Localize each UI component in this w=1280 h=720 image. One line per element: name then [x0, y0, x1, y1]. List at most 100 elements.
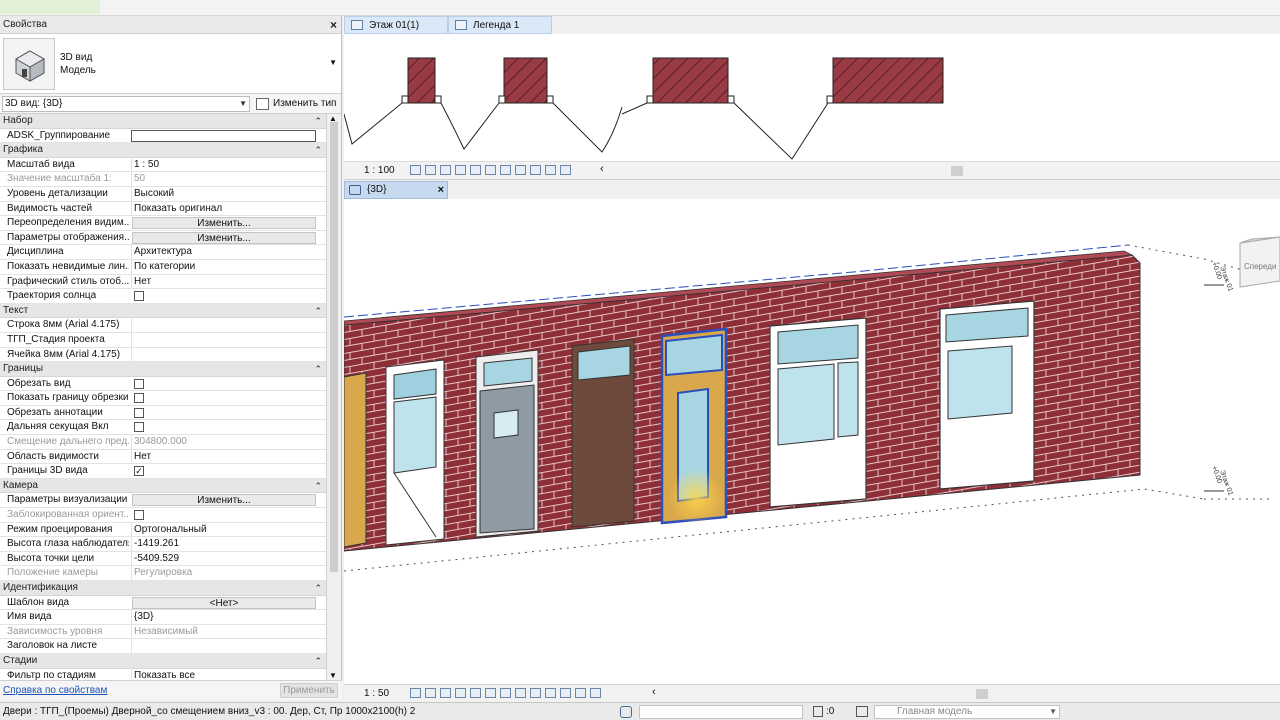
view-selector-combo[interactable]: 3D вид: {3D} ▼ — [2, 96, 250, 112]
legend-view-canvas[interactable] — [343, 34, 1280, 162]
collapse-icon[interactable]: ⌃ — [314, 114, 322, 129]
property-value[interactable]: Ортогональный — [131, 522, 317, 537]
design-options-icon[interactable] — [856, 706, 868, 717]
sun-path-icon[interactable] — [440, 165, 451, 175]
constraints-icon[interactable] — [560, 165, 571, 175]
property-text-input[interactable] — [131, 129, 316, 142]
property-group-header[interactable]: Текст ⌃ — [0, 303, 326, 319]
visual-style-icon[interactable] — [425, 165, 436, 175]
property-value[interactable]: Показать оригинал — [131, 201, 317, 216]
door-4[interactable] — [571, 338, 635, 528]
close-icon[interactable]: × — [330, 16, 337, 34]
property-value[interactable]: -5409.529 — [131, 551, 317, 566]
property-checkbox[interactable] — [134, 393, 144, 404]
property-checkbox[interactable] — [134, 407, 144, 418]
property-group-header[interactable]: Границы ⌃ — [0, 362, 326, 377]
property-value[interactable] — [131, 318, 317, 333]
collapse-icon[interactable]: ⌃ — [314, 581, 322, 596]
property-value[interactable]: Показать все — [131, 668, 317, 680]
property-group-header[interactable]: Набор ⌃ — [0, 114, 326, 129]
door-2[interactable] — [385, 359, 445, 546]
constraints-icon[interactable] — [560, 688, 571, 698]
analysis-icon[interactable] — [545, 688, 556, 698]
door-6[interactable] — [769, 317, 867, 508]
collapse-icon[interactable]: ⌃ — [314, 362, 322, 377]
detail-level-icon[interactable] — [410, 688, 421, 698]
horizontal-scroll-thumb[interactable] — [951, 166, 963, 176]
property-edit-button[interactable]: Изменить... — [132, 217, 316, 230]
property-value[interactable]: Высокий — [131, 186, 317, 201]
property-group-header[interactable]: Графика ⌃ — [0, 143, 326, 158]
shadows-icon[interactable] — [455, 688, 466, 698]
property-group-header[interactable]: Идентификация ⌃ — [0, 581, 326, 596]
edit-type-button[interactable]: Изменить тип — [255, 96, 336, 112]
property-value[interactable]: {3D} — [131, 610, 317, 625]
view-cube[interactable]: Спереди — [1239, 236, 1280, 288]
scale-label[interactable]: 1 : 50 — [364, 688, 389, 699]
property-checkbox[interactable] — [134, 291, 144, 302]
scroll-down-icon[interactable]: ▼ — [329, 671, 337, 680]
reveal-hidden-icon[interactable] — [515, 165, 526, 175]
property-edit-button[interactable]: <Нет> — [132, 596, 316, 609]
scroll-thumb[interactable] — [330, 122, 338, 572]
property-value[interactable]: Нет — [131, 449, 317, 464]
door-1[interactable] — [344, 372, 367, 548]
door-3[interactable] — [475, 349, 539, 538]
tab-floor-plan[interactable]: Этаж 01(1) — [344, 16, 448, 34]
sun-path-icon[interactable] — [440, 688, 451, 698]
chevron-left-icon[interactable]: ‹ — [600, 163, 604, 175]
property-checkbox[interactable] — [134, 378, 144, 389]
property-value[interactable]: Архитектура — [131, 245, 317, 260]
display-options-icon[interactable] — [590, 688, 601, 698]
crop-icon[interactable] — [470, 688, 481, 698]
visual-style-icon[interactable] — [425, 688, 436, 698]
lock-icon[interactable] — [500, 688, 511, 698]
tab-3d-view[interactable]: {3D} × — [344, 181, 448, 199]
highlight-icon[interactable] — [575, 688, 586, 698]
detail-level-icon[interactable] — [410, 165, 421, 175]
collapse-icon[interactable]: ⌃ — [314, 143, 322, 158]
collapse-icon[interactable]: ⌃ — [314, 479, 322, 494]
property-edit-button[interactable]: Изменить... — [132, 494, 316, 507]
property-value[interactable]: Нет — [131, 274, 317, 289]
property-value[interactable]: -1419.261 — [131, 537, 317, 552]
worksets-icon[interactable] — [620, 706, 632, 718]
show-crop-icon[interactable] — [485, 165, 496, 175]
chevron-down-icon[interactable]: ▼ — [329, 58, 337, 67]
property-checkbox[interactable] — [134, 422, 144, 433]
help-link[interactable]: Справка по свойствам — [3, 685, 107, 696]
analysis-icon[interactable] — [545, 165, 556, 175]
collapse-icon[interactable]: ⌃ — [314, 304, 322, 319]
temp-hide-icon[interactable] — [500, 165, 511, 175]
horizontal-scroll-thumb[interactable] — [976, 689, 988, 699]
door-5-selected[interactable] — [660, 327, 728, 525]
crop-icon[interactable] — [470, 165, 481, 175]
property-value[interactable] — [131, 347, 317, 362]
3d-view-canvas[interactable]: +0.00 Этаж 01 +0.00 Этаж 01 Спереди — [344, 199, 1280, 684]
tab-legend[interactable]: Легенда 1 — [448, 16, 552, 34]
type-selector[interactable]: 3D вид Модель ▼ — [0, 34, 341, 94]
lock-icon[interactable] — [530, 165, 541, 175]
collapse-icon[interactable]: ⌃ — [314, 654, 322, 669]
property-value[interactable]: По категории — [131, 259, 317, 274]
filter-icon[interactable] — [813, 706, 823, 717]
scale-label[interactable]: 1 : 100 — [364, 165, 395, 176]
shadows-icon[interactable] — [455, 165, 466, 175]
property-value[interactable] — [131, 639, 317, 654]
chevron-left-icon[interactable]: ‹ — [652, 686, 656, 698]
property-group-header[interactable]: Камера ⌃ — [0, 478, 326, 494]
door-7[interactable] — [939, 300, 1035, 490]
reveal-hidden-icon[interactable] — [530, 688, 541, 698]
apply-button[interactable]: Применить — [280, 683, 338, 698]
property-checkbox[interactable]: ✓ — [134, 466, 144, 477]
properties-scrollbar[interactable]: ▲ ▼ — [326, 114, 340, 680]
show-crop-icon[interactable] — [485, 688, 496, 698]
model-combo[interactable]: Главная модель ▼ — [874, 705, 1060, 719]
workset-combo[interactable] — [639, 705, 803, 719]
property-group-header[interactable]: Стадии ⌃ — [0, 653, 326, 669]
property-value[interactable]: 1 : 50 — [131, 157, 317, 172]
temp-hide-icon[interactable] — [515, 688, 526, 698]
close-icon[interactable]: × — [438, 182, 444, 198]
property-value[interactable] — [131, 332, 317, 347]
property-edit-button[interactable]: Изменить... — [132, 231, 316, 244]
